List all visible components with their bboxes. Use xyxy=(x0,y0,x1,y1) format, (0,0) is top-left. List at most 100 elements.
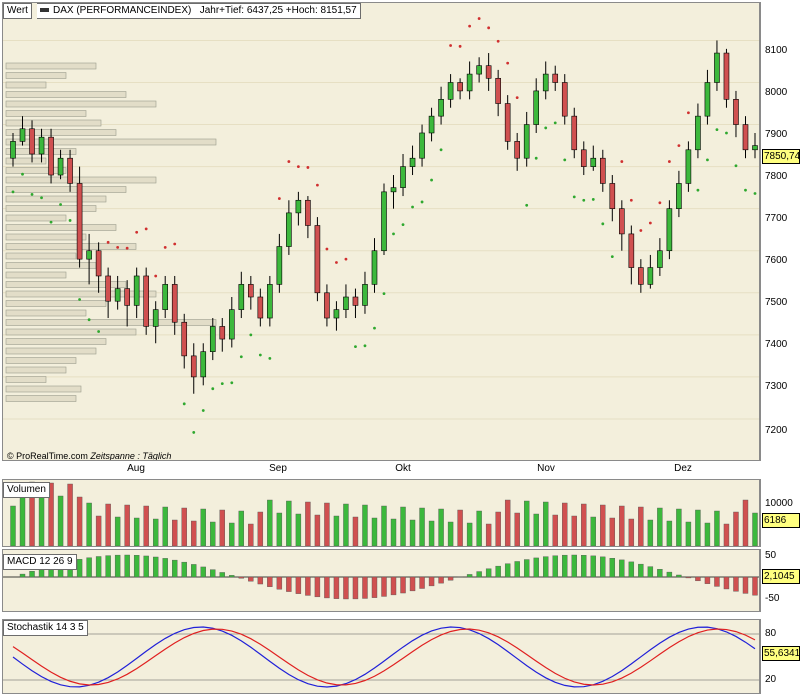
sar-dot xyxy=(296,165,300,169)
candle-body xyxy=(333,309,340,319)
macd-label: MACD 12 26 9 xyxy=(3,554,77,570)
volume-profile-bar xyxy=(5,243,137,250)
macd-bar xyxy=(181,561,187,578)
volume-bar xyxy=(76,496,83,546)
macd-bar xyxy=(19,573,26,578)
volume-bar xyxy=(248,523,254,546)
candle-body xyxy=(523,124,530,159)
macd-bar xyxy=(685,576,692,579)
volume-bar xyxy=(666,520,673,546)
volume-bar xyxy=(485,523,492,546)
stoch-d-line xyxy=(12,628,756,686)
volume-panel[interactable]: Volumen xyxy=(2,479,760,547)
volume-bar xyxy=(267,499,273,546)
sar-dot xyxy=(11,190,15,194)
macd-bar xyxy=(371,576,378,598)
stochastic-lines xyxy=(3,626,759,688)
candle-body xyxy=(267,284,273,319)
sar-dot xyxy=(515,96,519,100)
stochastic-label: Stochastik 14 3 5 xyxy=(3,620,88,636)
volume-bar xyxy=(143,505,149,546)
macd-axis: 50 2,1045 -50 xyxy=(760,549,800,612)
macd-bar xyxy=(248,576,254,582)
month-label-okt: Okt xyxy=(395,463,411,474)
candle-body xyxy=(209,326,216,352)
volume-bar xyxy=(695,509,701,546)
sar-dot xyxy=(373,326,376,330)
macd-bar xyxy=(381,576,387,597)
candle-body xyxy=(390,187,397,193)
macd-bar xyxy=(286,576,292,592)
macd-bar xyxy=(495,565,501,578)
volume-bar xyxy=(172,519,178,546)
candle-body xyxy=(352,296,359,306)
volume-bar xyxy=(590,516,596,546)
macd-panel[interactable]: MACD 12 26 9 xyxy=(2,549,760,612)
sar-dot xyxy=(601,222,605,226)
volume-profile-bar xyxy=(5,62,97,70)
sar-dot xyxy=(97,330,101,333)
candle-body xyxy=(276,246,283,285)
macd-bar xyxy=(476,571,482,578)
candle-body xyxy=(704,82,711,117)
volume-bar xyxy=(495,511,501,546)
sar-dot xyxy=(287,160,291,163)
macd-bar xyxy=(590,555,596,578)
volume-bar xyxy=(742,499,749,546)
candle-body xyxy=(590,157,597,167)
volume-bar xyxy=(210,521,216,546)
macd-bar xyxy=(514,561,520,578)
sar-dot xyxy=(658,201,662,205)
macd-bar xyxy=(362,576,368,599)
volume-bar xyxy=(638,506,644,546)
candle-body xyxy=(76,183,83,260)
candle-body xyxy=(10,141,16,159)
candle-body xyxy=(305,199,311,226)
macd-bar xyxy=(238,576,245,579)
macd-bar xyxy=(742,576,749,594)
candle-body xyxy=(286,212,292,247)
macd-bar xyxy=(191,564,197,578)
macd-bar xyxy=(200,566,206,578)
sar-dot xyxy=(639,229,643,232)
macd-bar xyxy=(504,563,511,578)
chart-footer: © ProRealTime.com Zeitspanne : Täglich xyxy=(7,451,171,460)
price-chart-panel[interactable]: Wert DAX (PERFORMANCEINDEX) Jahr+Tief: 6… xyxy=(2,2,760,461)
volume-bar xyxy=(523,500,530,546)
candle-body xyxy=(200,351,207,378)
candle-body xyxy=(723,52,730,100)
stochastic-panel[interactable]: Stochastik 14 3 5 xyxy=(2,619,760,694)
sar-dot xyxy=(753,192,757,195)
sar-dot xyxy=(116,245,120,249)
macd-bar xyxy=(428,576,435,587)
sar-dot xyxy=(144,227,148,231)
volume-bar xyxy=(571,515,577,546)
candle-body xyxy=(714,52,720,83)
sar-dot xyxy=(439,148,443,152)
candle-body xyxy=(552,73,559,83)
sar-dot xyxy=(40,196,43,200)
volume-bar xyxy=(704,522,711,546)
macd-bar xyxy=(657,569,663,578)
volume-tick: 10000 xyxy=(765,498,793,509)
volume-bar xyxy=(381,505,387,546)
sar-dot xyxy=(667,160,671,163)
sar-dot xyxy=(706,158,709,162)
candle-body xyxy=(733,99,739,125)
candle-body xyxy=(257,296,264,319)
candle-body xyxy=(647,267,654,285)
sar-dot xyxy=(401,223,405,227)
candle-body xyxy=(105,275,111,302)
macd-bar xyxy=(29,571,35,578)
price-tick: 8000 xyxy=(765,87,788,98)
volume-profile-bar xyxy=(5,290,157,298)
macd-bar xyxy=(676,574,682,578)
volume-bar xyxy=(276,512,283,546)
candle-body xyxy=(400,166,406,188)
stochastic-axis: 80 55,6341 20 xyxy=(760,619,800,694)
candle-body xyxy=(542,73,549,92)
candle-body xyxy=(485,65,492,79)
volume-profile-bar xyxy=(5,119,102,127)
sar-dot xyxy=(677,144,681,147)
candle-body xyxy=(457,82,463,92)
